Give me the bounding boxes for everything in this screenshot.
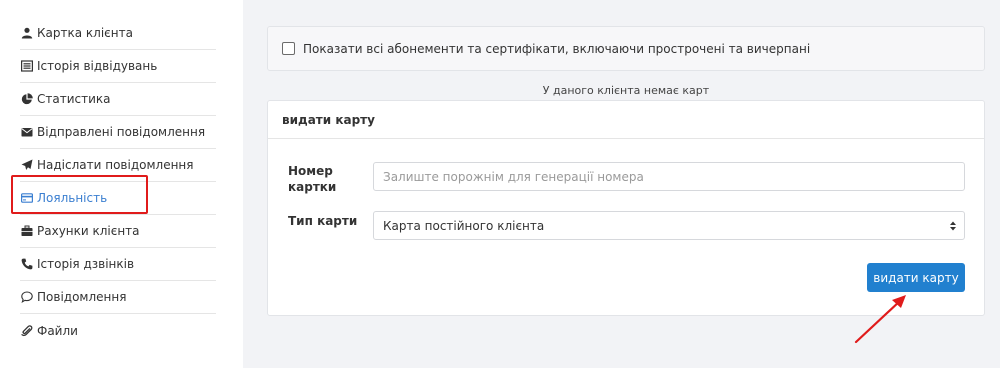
sidebar-item-label: Надіслати повідомлення [37, 158, 194, 172]
sidebar-item-client-accounts[interactable]: Рахунки клієнта [20, 215, 216, 248]
envelope-icon [20, 126, 33, 139]
card-number-input[interactable]: Залиште порожнім для генерації номера [373, 162, 965, 191]
sidebar-item-label: Повідомлення [37, 290, 127, 304]
sidebar-item-sent-messages[interactable]: Відправлені повідомлення [20, 116, 216, 149]
show-all-checkbox[interactable] [282, 42, 295, 55]
paperclip-icon [20, 324, 33, 337]
issue-card-button[interactable]: видати карту [867, 263, 965, 292]
comment-icon [20, 291, 33, 304]
main-content: Показати всі абонементи та сертифікати, … [243, 0, 1000, 368]
sidebar-item-label: Рахунки клієнта [37, 224, 140, 238]
sidebar-item-label: Статистика [37, 92, 111, 106]
sidebar-item-messages[interactable]: Повідомлення [20, 281, 216, 314]
card-number-label-line2: картки [288, 180, 337, 194]
sidebar-item-visit-history[interactable]: Історія відвідувань [20, 50, 216, 83]
card-number-label: Номер картки [288, 163, 336, 195]
select-arrows-icon [950, 221, 956, 231]
sidebar: Картка клієнта Історія відвідувань Стати… [0, 0, 243, 368]
issue-card-panel: видати карту Номер картки Залиште порожн… [267, 100, 985, 316]
sidebar-item-call-history[interactable]: Історія дзвінків [20, 248, 216, 281]
phone-icon [20, 258, 33, 271]
list-icon [20, 60, 33, 73]
sidebar-item-statistics[interactable]: Статистика [20, 83, 216, 116]
no-cards-message: У даного клієнта немає карт [542, 84, 710, 97]
show-all-filter: Показати всі абонементи та сертифікати, … [267, 26, 985, 71]
sidebar-item-label: Історія дзвінків [37, 257, 135, 271]
sidebar-item-files[interactable]: Файли [20, 314, 216, 347]
sidebar-item-client-card[interactable]: Картка клієнта [20, 17, 216, 50]
panel-title: видати карту [268, 101, 984, 139]
card-number-placeholder: Залиште порожнім для генерації номера [383, 169, 644, 184]
sidebar-item-label: Відправлені повідомлення [37, 125, 206, 139]
pie-chart-icon [20, 93, 33, 106]
sidebar-item-label: Файли [37, 323, 78, 338]
sidebar-item-label: Лояльність [37, 191, 108, 205]
card-number-label-line1: Номер [288, 164, 333, 178]
briefcase-icon [20, 225, 33, 238]
card-type-label: Тип карти [288, 214, 358, 228]
sidebar-item-label: Картка клієнта [37, 26, 133, 40]
sidebar-item-label: Історія відвідувань [37, 59, 158, 73]
paper-plane-icon [20, 159, 33, 172]
credit-card-icon [20, 192, 33, 205]
show-all-checkbox-label[interactable]: Показати всі абонементи та сертифікати, … [303, 42, 810, 56]
card-type-select[interactable]: Карта постійного клієнта [373, 211, 965, 240]
user-icon [20, 27, 33, 40]
sidebar-item-send-message[interactable]: Надіслати повідомлення [20, 149, 216, 182]
card-type-selected-value: Карта постійного клієнта [383, 218, 545, 233]
sidebar-item-loyalty[interactable]: Лояльність [20, 182, 216, 215]
